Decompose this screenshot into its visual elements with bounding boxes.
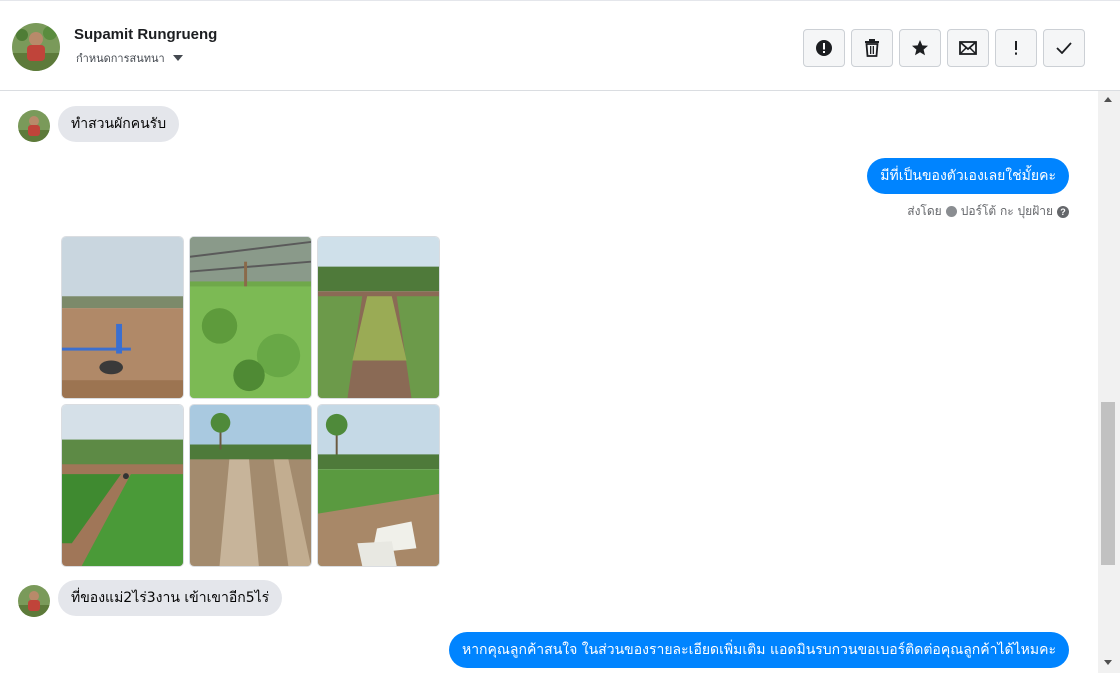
star-button[interactable] (899, 29, 941, 67)
delete-button[interactable] (851, 29, 893, 67)
alert-circle-icon (816, 40, 832, 56)
agent-avatar-icon (945, 206, 957, 217)
sender-avatar[interactable] (18, 110, 50, 142)
scrollbar[interactable] (1098, 91, 1120, 673)
help-icon[interactable]: ? (1057, 205, 1069, 218)
outgoing-message: หากคุณลูกค้าสนใจ ในส่วนของรายละเอียดเพิ่… (448, 632, 1069, 668)
photo-greenhouse-vegetables[interactable] (189, 236, 312, 399)
sent-by-label: ส่งโดย ปอร์โต้ กะ ปุยฝ้าย ? (907, 202, 1069, 221)
scroll-up-icon[interactable] (1104, 97, 1112, 102)
photo-vegetable-rows-workers[interactable] (61, 404, 184, 567)
photo-plowed-field-palms[interactable] (189, 404, 312, 567)
mark-unread-button[interactable] (947, 29, 989, 67)
scrollbar-thumb[interactable] (1101, 402, 1115, 565)
photo-dry-field[interactable] (61, 236, 184, 399)
incoming-message: ที่ของแม่2ไร่3งาน เข้าเขาอีก5ไร่ (58, 580, 283, 616)
sent-by-name: ปอร์โต้ กะ ปุยฝ้าย (960, 204, 1053, 218)
sender-avatar[interactable] (18, 585, 50, 617)
incoming-message: ทำสวนผักคนรับ (58, 106, 180, 142)
exclamation-icon (1015, 41, 1017, 55)
mark-spam-button[interactable] (803, 29, 845, 67)
contact-name[interactable]: Supamit Rungrueng (74, 26, 217, 43)
follow-up-button[interactable] (995, 29, 1037, 67)
envelope-icon (959, 41, 977, 55)
photo-dill-rows[interactable] (317, 236, 440, 399)
contact-avatar[interactable] (12, 23, 60, 71)
caret-down-icon (172, 55, 183, 61)
outgoing-message: มีที่เป็นของตัวเองเลยใช่มั้ยคะ (867, 158, 1069, 194)
header-actions (803, 29, 1085, 67)
mark-done-button[interactable] (1043, 29, 1085, 67)
conversation-header: Supamit Rungrueng กำหนดการสนทนา (0, 0, 1120, 91)
photo-field-with-sacks[interactable] (317, 404, 440, 567)
scroll-down-icon[interactable] (1104, 660, 1112, 665)
photo-attachment-grid (61, 236, 440, 567)
checkmark-icon (1056, 42, 1072, 54)
trash-icon (865, 39, 879, 57)
assign-label: กำหนดการสนทนา (76, 52, 165, 65)
assign-conversation-dropdown[interactable]: กำหนดการสนทนา (76, 49, 183, 67)
sent-by-prefix: ส่งโดย (907, 204, 942, 218)
star-icon (912, 40, 928, 56)
